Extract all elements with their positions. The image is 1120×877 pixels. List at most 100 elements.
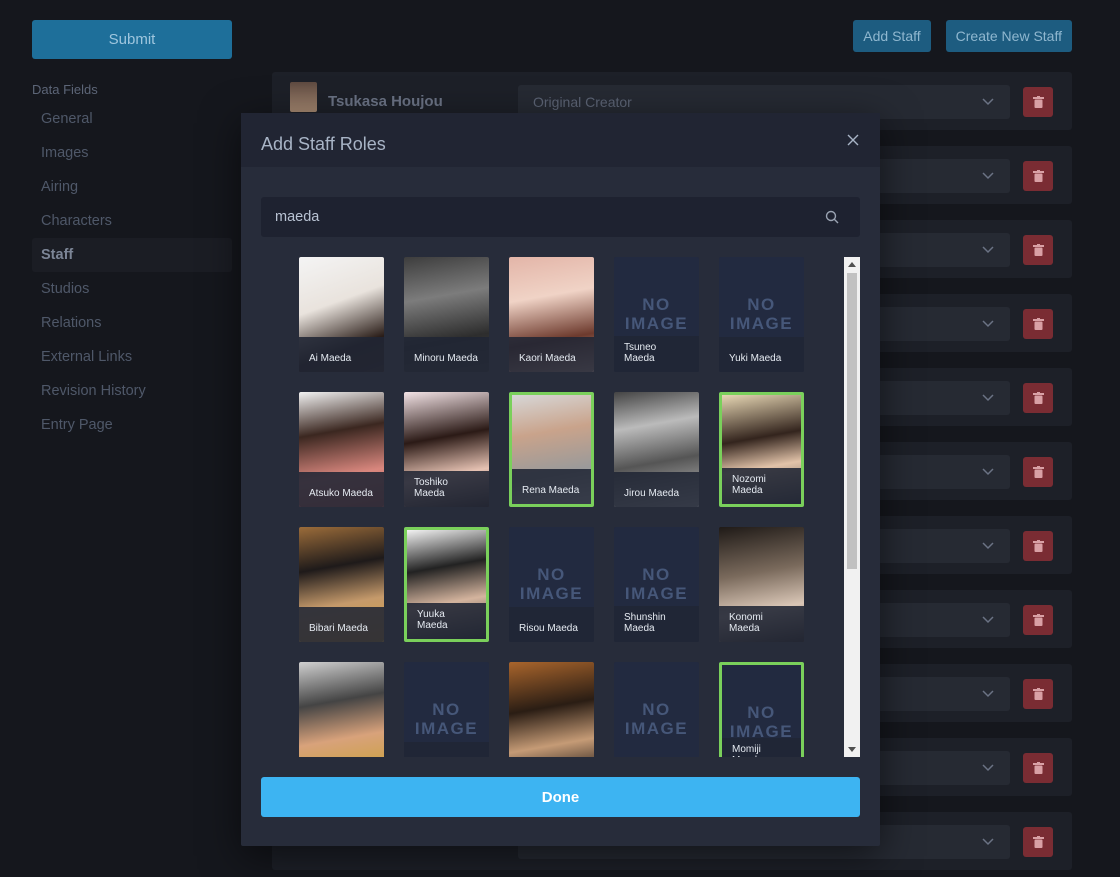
sidebar-item-general[interactable]: General — [32, 102, 232, 136]
staff-actions: Add Staff Create New Staff — [853, 20, 1072, 52]
staff-result-card[interactable]: Kaori Maeda — [509, 257, 594, 372]
delete-staff-button[interactable] — [1023, 457, 1053, 487]
trash-icon — [1032, 762, 1044, 774]
delete-staff-button[interactable] — [1023, 827, 1053, 857]
staff-result-name: Momiji Maeda — [722, 738, 801, 757]
staff-result-name: Jirou Maeda — [614, 472, 699, 507]
delete-staff-button[interactable] — [1023, 235, 1053, 265]
staff-result-name: Ai Maeda — [299, 337, 384, 372]
staff-result-name: Konomi Maeda — [719, 606, 804, 642]
sidebar-item-entry-page[interactable]: Entry Page — [32, 408, 232, 442]
trash-icon — [1032, 466, 1044, 478]
staff-result-card[interactable]: Minoru Maeda — [404, 257, 489, 372]
sidebar-item-characters[interactable]: Characters — [32, 204, 232, 238]
chevron-down-icon — [982, 529, 994, 563]
staff-photo — [299, 662, 384, 757]
staff-result-name: Masaki — [404, 742, 489, 757]
staff-result-card[interactable]: NO IMAGE — [614, 662, 699, 757]
staff-role-value: Original Creator — [533, 94, 632, 110]
sidebar-item-external-links[interactable]: External Links — [32, 340, 232, 374]
staff-result-name: Rena Maeda — [512, 469, 591, 504]
add-staff-roles-dialog: Add Staff Roles Ai Maeda Minoru Maeda Kaor… — [241, 113, 880, 846]
trash-icon — [1032, 392, 1044, 404]
sidebar: General Images Airing Characters Staff S… — [32, 102, 232, 442]
scroll-down-arrow-icon[interactable] — [848, 747, 856, 752]
search-input[interactable] — [261, 197, 860, 237]
staff-avatar — [290, 82, 317, 112]
search-icon[interactable] — [825, 210, 839, 224]
trash-icon — [1032, 836, 1044, 848]
staff-result-name: Risou Maeda — [509, 607, 594, 642]
submit-button[interactable]: Submit — [32, 20, 232, 59]
staff-result-card[interactable]: NO IMAGE Tsuneo Maeda — [614, 257, 699, 372]
scroll-up-arrow-icon[interactable] — [848, 262, 856, 267]
no-image-text: NO IMAGE — [414, 700, 479, 738]
add-staff-button[interactable]: Add Staff — [853, 20, 931, 52]
staff-result-card[interactable]: Atsuko Maeda — [299, 392, 384, 507]
staff-result-name: Shunshin Maeda — [614, 606, 699, 642]
sidebar-item-relations[interactable]: Relations — [32, 306, 232, 340]
no-image-text: NO IMAGE — [729, 295, 794, 333]
delete-staff-button[interactable] — [1023, 605, 1053, 635]
close-icon[interactable] — [846, 133, 860, 147]
search-box — [261, 197, 860, 237]
trash-icon — [1032, 318, 1044, 330]
staff-result-card[interactable] — [299, 662, 384, 757]
trash-icon — [1032, 96, 1044, 108]
scroll-thumb[interactable] — [847, 273, 857, 569]
delete-staff-button[interactable] — [1023, 753, 1053, 783]
staff-result-card[interactable]: Yuuka Maeda — [404, 527, 489, 642]
sidebar-item-airing[interactable]: Airing — [32, 170, 232, 204]
staff-result-card[interactable]: Toshiko Maeda — [404, 392, 489, 507]
chevron-down-icon — [982, 751, 994, 785]
delete-staff-button[interactable] — [1023, 161, 1053, 191]
create-new-staff-button[interactable]: Create New Staff — [945, 20, 1072, 52]
delete-staff-button[interactable] — [1023, 531, 1053, 561]
dialog-header: Add Staff Roles — [241, 113, 880, 167]
no-image-placeholder: NO IMAGE — [614, 662, 699, 757]
dialog-title: Add Staff Roles — [261, 134, 386, 154]
done-button[interactable]: Done — [261, 777, 860, 817]
staff-result-name: Yuuka Maeda — [407, 603, 486, 639]
trash-icon — [1032, 614, 1044, 626]
sidebar-item-studios[interactable]: Studios — [32, 272, 232, 306]
sidebar-item-images[interactable]: Images — [32, 136, 232, 170]
trash-icon — [1032, 540, 1044, 552]
chevron-down-icon — [982, 233, 994, 267]
sidebar-item-revision-history[interactable]: Revision History — [32, 374, 232, 408]
staff-result-card[interactable]: NOIMAGEMomiji Maeda — [719, 662, 804, 757]
delete-staff-button[interactable] — [1023, 309, 1053, 339]
staff-result-card[interactable]: Nozomi Maeda — [719, 392, 804, 507]
staff-result-name: Nozomi Maeda — [722, 468, 801, 504]
no-image-text: NO IMAGE — [519, 565, 584, 603]
trash-icon — [1032, 170, 1044, 182]
staff-result-card[interactable]: Bibari Maeda — [299, 527, 384, 642]
results-scrollbar[interactable] — [844, 257, 860, 757]
staff-result-name: Kaori Maeda — [509, 337, 594, 372]
staff-result-card[interactable]: Ai Maeda — [299, 257, 384, 372]
chevron-down-icon — [982, 455, 994, 489]
chevron-down-icon — [982, 85, 994, 119]
staff-result-card[interactable]: Jirou Maeda — [614, 392, 699, 507]
chevron-down-icon — [982, 307, 994, 341]
staff-name: Tsukasa Houjou — [328, 93, 443, 110]
chevron-down-icon — [982, 677, 994, 711]
staff-results-grid: Ai Maeda Minoru Maeda Kaori Maeda NO IMAGE Ts… — [299, 257, 844, 757]
staff-result-card[interactable]: Rena Maeda — [509, 392, 594, 507]
staff-result-name: Yuki Maeda — [719, 337, 804, 372]
staff-result-name: Atsuko Maeda — [299, 472, 384, 507]
delete-staff-button[interactable] — [1023, 679, 1053, 709]
staff-result-card[interactable]: NO IMAGE Yuki Maeda — [719, 257, 804, 372]
staff-result-card[interactable]: NOIMAGE Masaki — [404, 662, 489, 757]
staff-result-card[interactable]: Konomi Maeda — [719, 527, 804, 642]
staff-photo — [509, 662, 594, 757]
sidebar-item-staff[interactable]: Staff — [32, 238, 232, 272]
staff-result-card[interactable]: NO IMAGE Risou Maeda — [509, 527, 594, 642]
staff-result-card[interactable] — [509, 662, 594, 757]
staff-result-card[interactable]: NO IMAGE Shunshin Maeda — [614, 527, 699, 642]
staff-result-name: Tsuneo Maeda — [614, 336, 699, 372]
staff-result-name: Minoru Maeda — [404, 337, 489, 372]
chevron-down-icon — [982, 381, 994, 415]
delete-staff-button[interactable] — [1023, 87, 1053, 117]
delete-staff-button[interactable] — [1023, 383, 1053, 413]
